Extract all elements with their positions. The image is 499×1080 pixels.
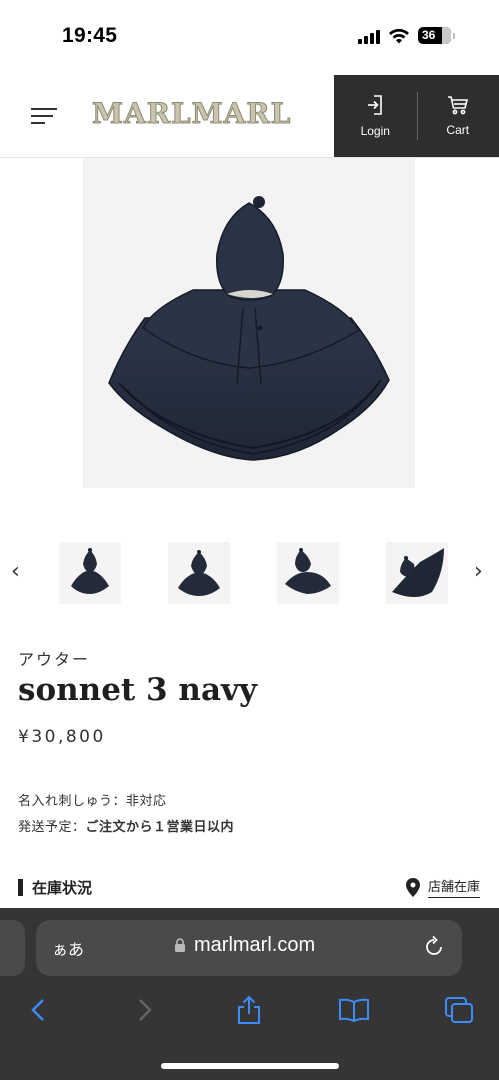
share-icon <box>238 995 260 1024</box>
signal-icon <box>358 28 380 44</box>
store-stock-link[interactable]: 店舗在庫 <box>405 876 480 898</box>
cart-icon <box>447 96 468 115</box>
url-display[interactable]: marlmarl.com <box>174 934 315 957</box>
battery-tip <box>453 32 455 39</box>
stock-section: 在庫状況 店舗在庫 <box>18 874 480 902</box>
forward-button[interactable] <box>127 992 163 1028</box>
header-actions: Login Cart <box>334 75 499 157</box>
product-main-image[interactable] <box>83 158 415 488</box>
heading-bar <box>18 879 23 896</box>
thumbnail-strip: ‹ › <box>0 540 499 606</box>
bookmarks-icon <box>339 998 369 1022</box>
battery-icon: 36 <box>418 27 451 44</box>
lock-icon <box>175 938 185 952</box>
previous-tab-pill[interactable] <box>0 920 25 976</box>
home-indicator <box>161 1063 339 1069</box>
browser-toolbar: ぁあ marlmarl.com <box>0 908 499 1080</box>
login-icon <box>368 95 383 115</box>
back-button[interactable] <box>20 992 56 1028</box>
cape-front-thumb-icon <box>71 548 109 594</box>
menu-icon[interactable] <box>31 108 57 126</box>
thumbnail-4[interactable] <box>386 542 448 604</box>
cape-illustration <box>108 196 390 461</box>
site-logo[interactable]: MARLMARL <box>91 97 291 131</box>
stock-heading: 在庫状況 <box>18 877 92 898</box>
cart-label: Cart <box>446 123 470 137</box>
share-button[interactable] <box>231 992 267 1028</box>
page-settings-button[interactable]: ぁあ <box>52 936 84 960</box>
cape-detail-thumb-icon <box>392 548 444 597</box>
embroidery-info: 名入れ刺しゅう：非対応 <box>18 790 167 809</box>
back-icon <box>31 999 44 1021</box>
cape-side-thumb-icon <box>285 548 331 594</box>
thumbnail-2[interactable] <box>168 542 230 604</box>
shipping-label: 発送予定： <box>18 820 86 835</box>
stock-title: 在庫状況 <box>32 879 93 897</box>
chevron-left-icon[interactable]: ‹ <box>11 560 20 584</box>
cart-button[interactable]: Cart <box>416 75 499 157</box>
bookmarks-button[interactable] <box>336 992 372 1028</box>
thumbnail-1[interactable] <box>59 542 121 604</box>
product-price: ¥30,800 <box>18 727 106 747</box>
address-bar[interactable]: ぁあ marlmarl.com <box>36 920 462 976</box>
forward-icon <box>139 999 152 1021</box>
tabs-icon <box>445 997 473 1023</box>
product-category: アウター <box>18 650 91 669</box>
embroidery-label: 名入れ刺しゅう： <box>18 794 127 809</box>
cape-back-thumb-icon <box>178 550 220 596</box>
status-icons: 36 <box>358 27 455 44</box>
embroidery-value: 非対応 <box>126 794 167 809</box>
shipping-info: 発送予定：ご注文から１営業日以内 <box>18 816 234 835</box>
login-button[interactable]: Login <box>334 75 417 157</box>
shipping-value: ご注文から１営業日以内 <box>85 820 235 835</box>
thumbnail-3[interactable] <box>277 542 339 604</box>
store-stock-label: 店舗在庫 <box>427 876 480 898</box>
safari-nav-toolbar <box>0 988 499 1032</box>
reload-icon[interactable] <box>422 935 446 959</box>
tabs-button[interactable] <box>441 992 477 1028</box>
status-bar: 19:45 36 <box>0 0 499 75</box>
status-time: 19:45 <box>62 24 118 47</box>
location-pin-icon <box>405 877 420 897</box>
chevron-right-icon[interactable]: › <box>474 560 483 584</box>
site-header: MARLMARL Login Cart <box>0 75 499 158</box>
product-name: sonnet 3 navy <box>18 672 258 708</box>
login-label: Login <box>360 124 390 138</box>
url-text: marlmarl.com <box>194 934 316 956</box>
wifi-icon <box>389 28 409 43</box>
